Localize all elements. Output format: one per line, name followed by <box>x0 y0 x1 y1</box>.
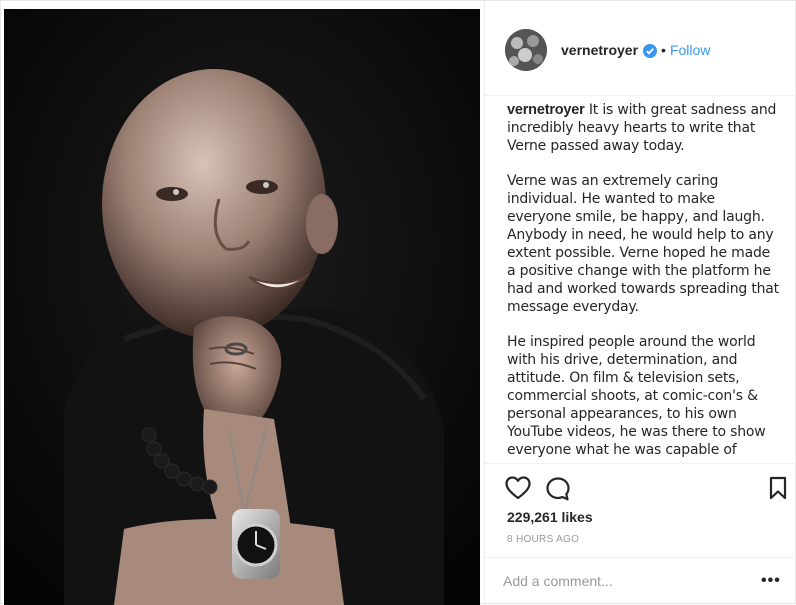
post-photo[interactable] <box>4 9 480 605</box>
portrait-image <box>4 9 480 605</box>
more-options-button[interactable]: ••• <box>761 572 781 590</box>
caption-paragraph-3: He inspired people around the world with… <box>507 334 766 457</box>
post-header: vernetroyer • Follow <box>485 1 796 96</box>
avatar-image <box>505 29 547 71</box>
instagram-post: vernetroyer • Follow vernetroyer It is wit… <box>0 0 796 605</box>
caption-paragraph-2: Verne was an extremely caring individual… <box>507 173 779 315</box>
post-timestamp[interactable]: 8 HOURS AGO <box>507 534 579 545</box>
verified-badge-icon <box>643 44 658 62</box>
likes-count[interactable]: 229,261 likes <box>507 509 593 525</box>
caption-username[interactable]: vernetroyer <box>507 102 585 118</box>
action-bar <box>485 463 796 511</box>
comment-bar: ••• <box>485 557 796 605</box>
post-caption: vernetroyer It is with great sadness and… <box>507 101 779 457</box>
header-separator: • <box>661 42 666 58</box>
comment-bubble-icon[interactable] <box>545 476 571 507</box>
header-line: vernetroyer • Follow <box>561 41 710 62</box>
avatar[interactable] <box>505 29 547 71</box>
header-username[interactable]: vernetroyer <box>561 42 638 58</box>
post-side-panel: vernetroyer • Follow vernetroyer It is wit… <box>484 1 796 605</box>
bookmark-icon[interactable] <box>769 476 787 505</box>
caption-paragraph-1: vernetroyer It is with great sadness and… <box>507 101 779 155</box>
heart-icon[interactable] <box>505 476 531 505</box>
follow-button[interactable]: Follow <box>670 42 710 58</box>
comment-input[interactable] <box>503 570 743 592</box>
